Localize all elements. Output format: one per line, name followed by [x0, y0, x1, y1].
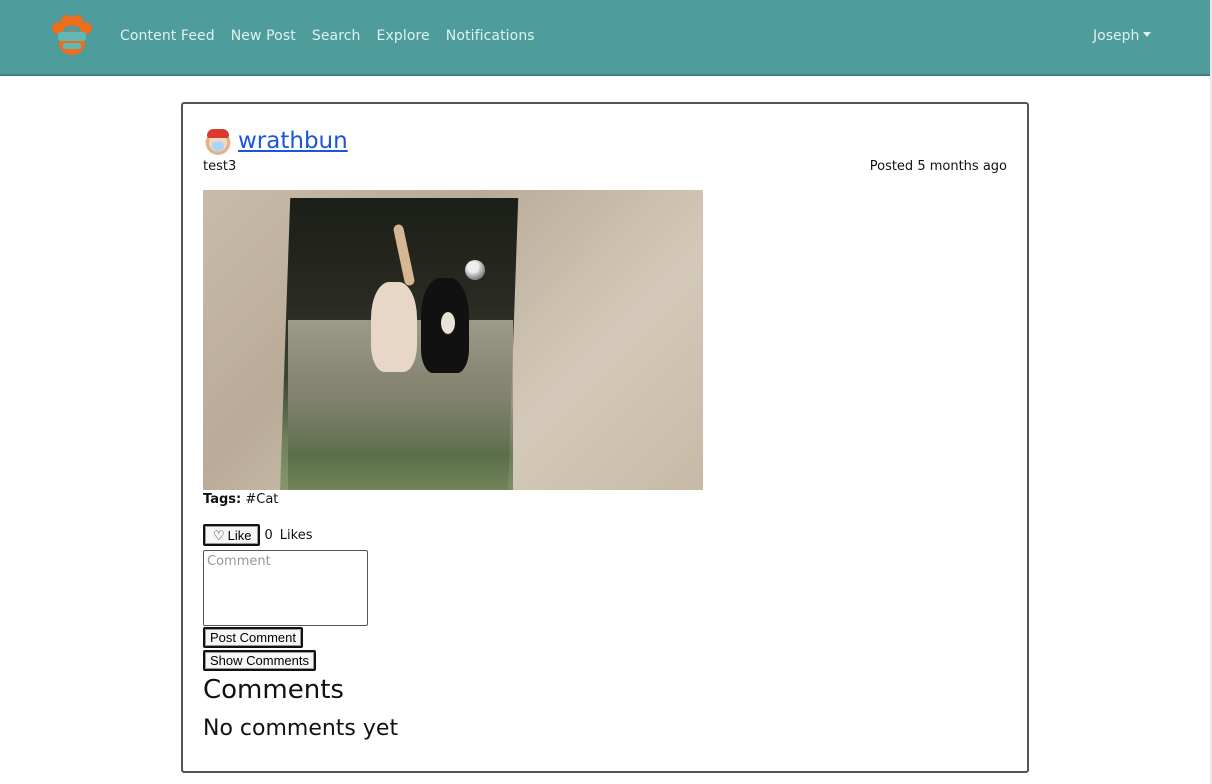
- post-tags: Tags: #Cat: [203, 492, 278, 507]
- user-menu-toggle[interactable]: Joseph: [1093, 28, 1152, 44]
- avatar-icon: [203, 126, 233, 156]
- likes-label: Likes: [279, 527, 313, 543]
- fridge-magnet: [465, 260, 485, 280]
- tags-label: Tags:: [203, 492, 242, 507]
- post-comment-button[interactable]: Post Comment: [203, 627, 303, 648]
- post-image: [203, 190, 703, 490]
- tag-cat[interactable]: #Cat: [245, 492, 278, 507]
- like-row: ♡ Like 0 Likes: [203, 524, 313, 546]
- comment-textarea[interactable]: [203, 550, 368, 626]
- author-username-link[interactable]: wrathbun: [238, 128, 348, 154]
- comments-heading: Comments: [203, 675, 344, 705]
- chevron-down-icon: [1143, 31, 1152, 37]
- post-card: wrathbun test3 Posted 5 months ago Tags:…: [181, 102, 1029, 773]
- post-caption: test3: [203, 159, 237, 174]
- post-timestamp: Posted 5 months ago: [869, 159, 1007, 174]
- cat-orange: [371, 282, 417, 372]
- show-comments-button[interactable]: Show Comments: [203, 650, 316, 671]
- like-button-label: Like: [227, 527, 252, 543]
- likes-count: 0: [264, 527, 273, 543]
- nav-search[interactable]: Search: [312, 28, 361, 44]
- like-button[interactable]: ♡ Like: [203, 524, 260, 546]
- top-navbar: Content Feed New Post Search Explore Not…: [0, 0, 1210, 76]
- no-comments-text: No comments yet: [203, 716, 399, 741]
- post-author: wrathbun: [203, 126, 348, 156]
- paw-logo-icon[interactable]: [48, 15, 94, 59]
- heart-icon: ♡: [213, 527, 225, 543]
- nav-notifications[interactable]: Notifications: [446, 28, 535, 44]
- cat-black-spot: [441, 312, 455, 334]
- nav-explore[interactable]: Explore: [377, 28, 430, 44]
- nav-content-feed[interactable]: Content Feed: [120, 28, 215, 44]
- nav-new-post[interactable]: New Post: [231, 28, 296, 44]
- user-name: Joseph: [1093, 28, 1140, 44]
